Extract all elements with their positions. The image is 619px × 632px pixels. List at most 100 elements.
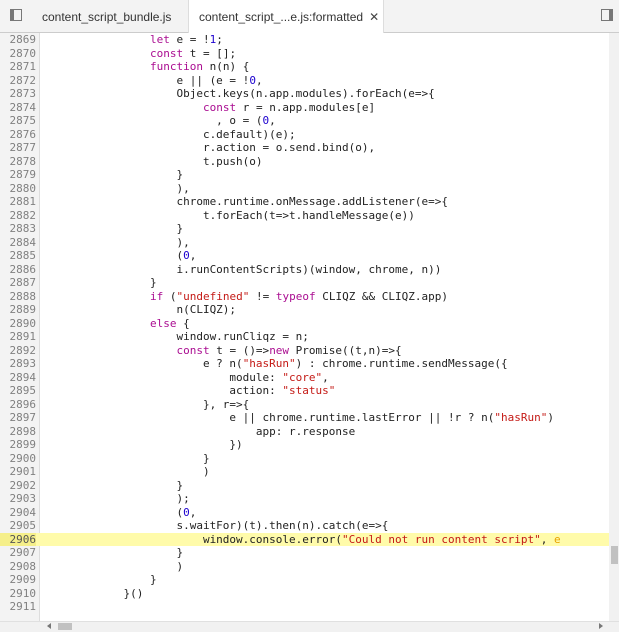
code-line[interactable]: 2870 const t = []; — [0, 47, 609, 61]
line-number[interactable]: 2872 — [0, 74, 37, 88]
code-line[interactable]: 2898 app: r.response — [0, 425, 609, 439]
line-number[interactable]: 2883 — [0, 222, 37, 236]
line-number[interactable]: 2887 — [0, 276, 37, 290]
horizontal-scrollbar[interactable] — [0, 621, 619, 632]
scroll-right-arrow-icon[interactable] — [599, 623, 603, 629]
line-number[interactable]: 2906 — [0, 532, 36, 546]
horizontal-scroll-thumb[interactable] — [58, 623, 72, 630]
line-number[interactable]: 2875 — [0, 114, 37, 128]
line-number[interactable]: 2874 — [0, 101, 37, 115]
line-number[interactable]: 2886 — [0, 263, 37, 277]
line-number[interactable]: 2870 — [0, 47, 37, 61]
code-line[interactable]: 2896 }, r=>{ — [0, 398, 609, 412]
code-line[interactable]: 2901 ) — [0, 465, 609, 479]
code-line[interactable]: 2908 ) — [0, 560, 609, 574]
line-number[interactable]: 2907 — [0, 546, 37, 560]
line-number[interactable]: 2871 — [0, 60, 37, 74]
line-number[interactable]: 2889 — [0, 303, 37, 317]
line-number[interactable]: 2888 — [0, 290, 37, 304]
code-line[interactable]: 2891 window.runCliqz = n; — [0, 330, 609, 344]
line-number[interactable]: 2904 — [0, 506, 37, 520]
code-line[interactable]: 2886 i.runContentScripts)(window, chrome… — [0, 263, 609, 277]
line-number[interactable]: 2900 — [0, 452, 37, 466]
code-line[interactable]: 2881 chrome.runtime.onMessage.addListene… — [0, 195, 609, 209]
code-line[interactable]: 2910 }() — [0, 587, 609, 601]
code-line[interactable]: 2876 c.default)(e); — [0, 128, 609, 142]
line-number[interactable]: 2905 — [0, 519, 37, 533]
tab-content-script-bundle[interactable]: content_script_bundle.js — [22, 0, 188, 32]
line-number[interactable]: 2909 — [0, 573, 37, 587]
code-line[interactable]: 2879 } — [0, 168, 609, 182]
close-icon[interactable]: ✕ — [369, 10, 379, 24]
code-line[interactable]: 2897 e || chrome.runtime.lastError || !r… — [0, 411, 609, 425]
code-line[interactable]: 2900 } — [0, 452, 609, 466]
line-number[interactable]: 2897 — [0, 411, 37, 425]
code-line[interactable]: 2874 const r = n.app.modules[e] — [0, 101, 609, 115]
line-number[interactable]: 2898 — [0, 425, 37, 439]
line-number[interactable]: 2876 — [0, 128, 37, 142]
code-line[interactable]: 2899 }) — [0, 438, 609, 452]
code-line[interactable]: 2884 ), — [0, 236, 609, 250]
code-line[interactable]: 2902 } — [0, 479, 609, 493]
line-number[interactable]: 2899 — [0, 438, 37, 452]
code-line[interactable]: 2880 ), — [0, 182, 609, 196]
line-number[interactable]: 2908 — [0, 560, 37, 574]
code-line[interactable]: 2905 s.waitFor)(t).then(n).catch(e=>{ — [0, 519, 609, 533]
code-line[interactable]: 2871 function n(n) { — [0, 60, 609, 74]
code-line[interactable]: 2892 const t = ()=>new Promise((t,n)=>{ — [0, 344, 609, 358]
code-line[interactable]: 2903 ); — [0, 492, 609, 506]
line-number[interactable]: 2880 — [0, 182, 37, 196]
line-number[interactable]: 2878 — [0, 155, 37, 169]
line-number[interactable]: 2873 — [0, 87, 37, 101]
line-number[interactable]: 2869 — [0, 33, 37, 47]
code-line[interactable]: 2911 — [0, 600, 609, 614]
vertical-scrollbar[interactable] — [609, 33, 619, 621]
toggle-debugger-icon[interactable] — [601, 9, 613, 21]
line-number[interactable]: 2901 — [0, 465, 37, 479]
code-line[interactable]: 2909 } — [0, 573, 609, 587]
vertical-scroll-thumb[interactable] — [611, 546, 618, 564]
code-line[interactable]: 2893 e ? n("hasRun") : chrome.runtime.se… — [0, 357, 609, 371]
line-number[interactable]: 2882 — [0, 209, 37, 223]
code-text: } — [44, 546, 184, 559]
code-line[interactable]: 2882 t.forEach(t=>t.handleMessage(e)) — [0, 209, 609, 223]
line-number[interactable]: 2885 — [0, 249, 37, 263]
code-text: ), — [44, 235, 190, 249]
code-line[interactable]: 2890 else { — [0, 317, 609, 331]
code-line[interactable]: 2875 , o = (0, — [0, 114, 609, 128]
tab-content-script-formatted[interactable]: content_script_...e.js:formatted ✕ — [188, 0, 384, 33]
line-number[interactable]: 2890 — [0, 317, 37, 331]
code-line[interactable]: 2906 window.console.error("Could not run… — [0, 532, 609, 546]
line-number[interactable]: 2903 — [0, 492, 37, 506]
code-line[interactable]: 2878 t.push(o) — [0, 155, 609, 169]
code-line[interactable]: 2887 } — [0, 276, 609, 290]
line-number[interactable]: 2884 — [0, 236, 37, 250]
code-line[interactable]: 2895 action: "status" — [0, 384, 609, 398]
code-line[interactable]: 2889 n(CLIQZ); — [0, 303, 609, 317]
line-number[interactable]: 2892 — [0, 344, 37, 358]
code-line[interactable]: 2907 } — [0, 546, 609, 560]
line-number[interactable]: 2881 — [0, 195, 37, 209]
toggle-navigator-icon[interactable] — [10, 9, 22, 21]
line-number[interactable]: 2877 — [0, 141, 37, 155]
code-line[interactable]: 2885 (0, — [0, 249, 609, 263]
scroll-left-arrow-icon[interactable] — [47, 623, 51, 629]
code-line[interactable]: 2888 if ("undefined" != typeof CLIQZ && … — [0, 290, 609, 304]
line-number[interactable]: 2894 — [0, 371, 37, 385]
code-line[interactable]: 2894 module: "core", — [0, 371, 609, 385]
code-line[interactable]: 2883 } — [0, 222, 609, 236]
line-number[interactable]: 2910 — [0, 587, 37, 601]
code-line[interactable]: 2904 (0, — [0, 506, 609, 520]
line-number[interactable]: 2896 — [0, 398, 37, 412]
line-number[interactable]: 2893 — [0, 357, 37, 371]
code-editor[interactable]: 2869 let e = !1; 2870 const t = []; 2871 f… — [0, 33, 609, 621]
line-number[interactable]: 2895 — [0, 384, 37, 398]
line-number[interactable]: 2879 — [0, 168, 37, 182]
line-number[interactable]: 2891 — [0, 330, 37, 344]
line-number[interactable]: 2911 — [0, 600, 37, 614]
code-line[interactable]: 2877 r.action = o.send.bind(o), — [0, 141, 609, 155]
code-line[interactable]: 2872 e || (e = !0, — [0, 74, 609, 88]
code-line[interactable]: 2873 Object.keys(n.app.modules).forEach(… — [0, 87, 609, 101]
code-line[interactable]: 2869 let e = !1; — [0, 33, 609, 47]
line-number[interactable]: 2902 — [0, 479, 37, 493]
